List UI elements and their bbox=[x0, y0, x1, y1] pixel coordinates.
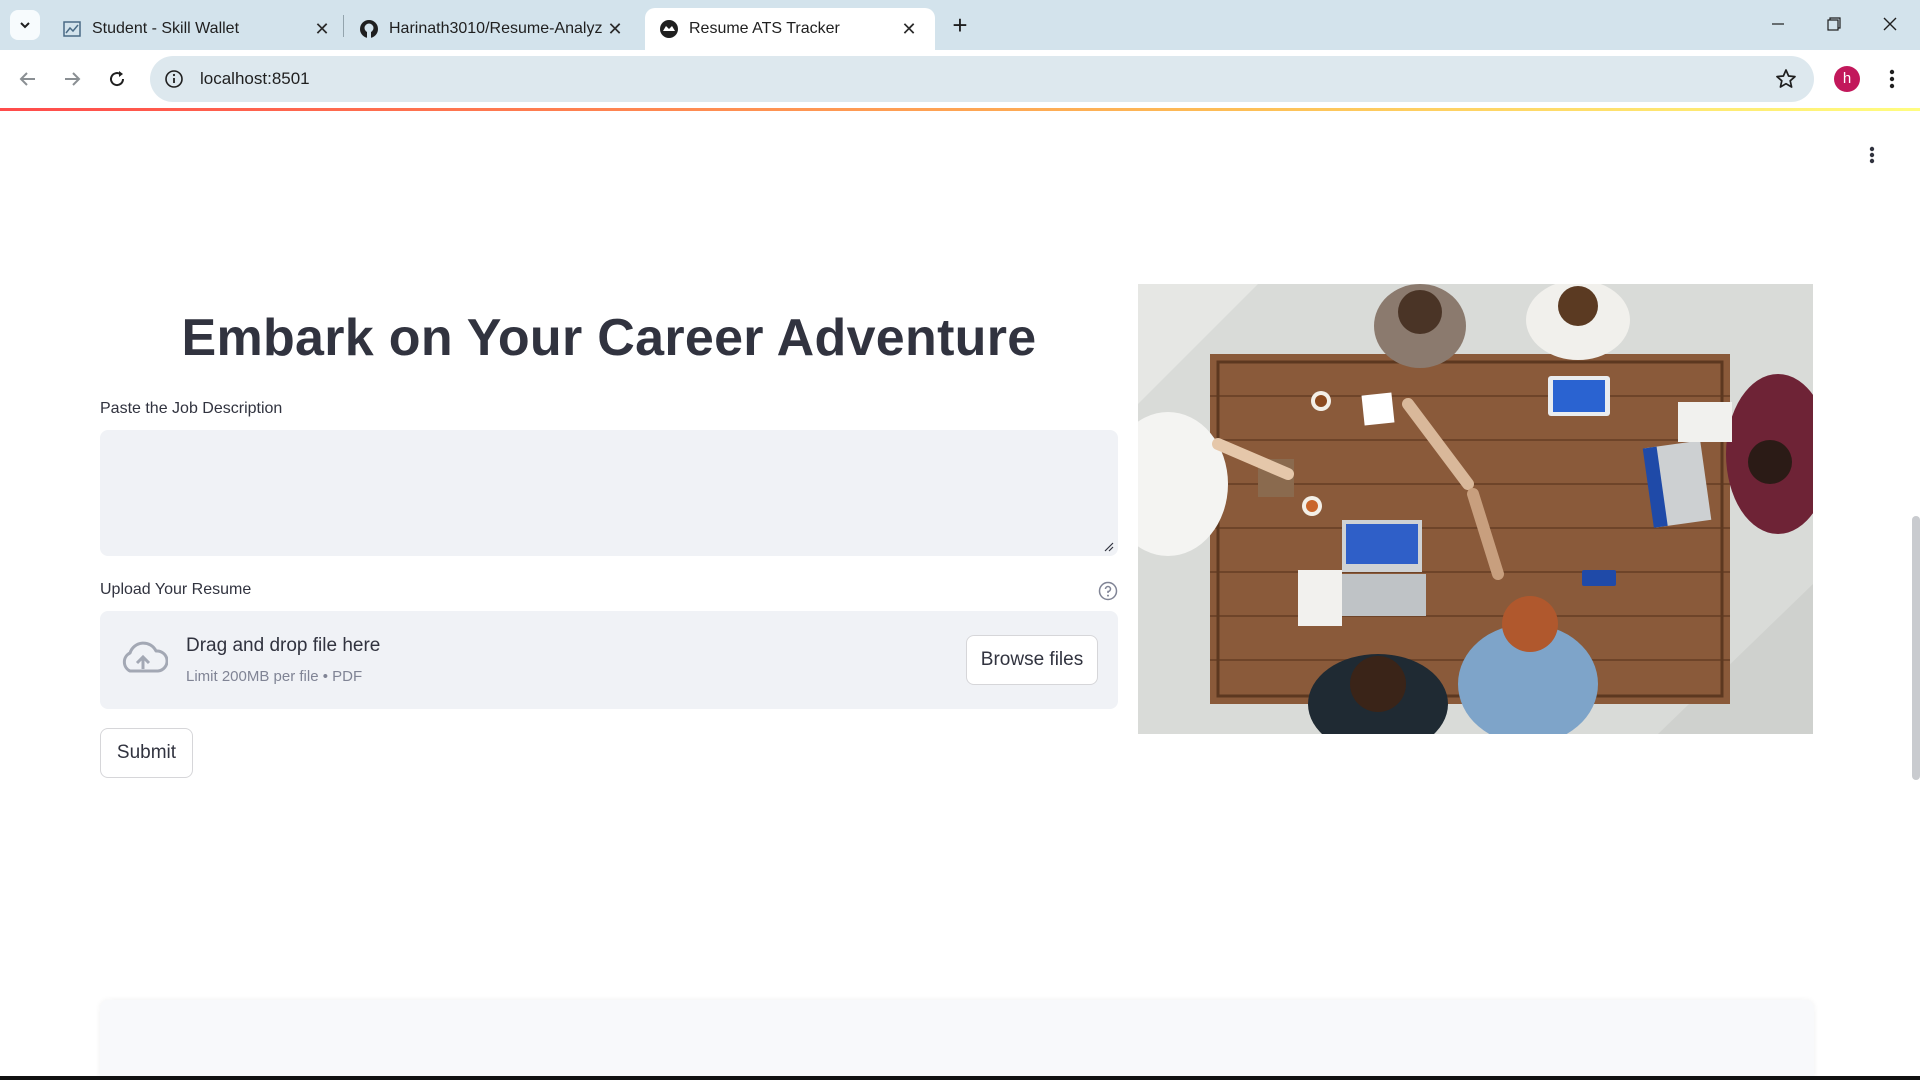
site-info-icon[interactable] bbox=[162, 67, 186, 91]
tab-search-button[interactable] bbox=[10, 10, 40, 40]
close-tab-icon[interactable]: ✕ bbox=[310, 17, 334, 41]
help-icon[interactable] bbox=[1098, 581, 1118, 601]
close-tab-icon[interactable]: ✕ bbox=[603, 17, 627, 41]
streamlit-favicon-icon bbox=[659, 19, 679, 39]
footer-container bbox=[100, 1000, 1814, 1080]
profile-avatar[interactable]: h bbox=[1834, 66, 1860, 92]
tab-title: Resume ATS Tracker bbox=[689, 20, 840, 37]
bookmark-star-icon[interactable] bbox=[1774, 67, 1798, 91]
close-window-button[interactable] bbox=[1862, 0, 1918, 48]
file-dropzone[interactable]: Drag and drop file here Limit 200MB per … bbox=[100, 611, 1118, 709]
page-title: Embark on Your Career Adventure bbox=[181, 309, 1037, 367]
restore-icon bbox=[1827, 17, 1841, 31]
close-tab-icon[interactable]: ✕ bbox=[897, 17, 921, 41]
tab-title: Student - Skill Wallet bbox=[92, 20, 240, 37]
close-icon bbox=[1883, 17, 1897, 31]
dropzone-instructions: Drag and drop file here bbox=[186, 635, 381, 656]
tab-separator bbox=[343, 15, 344, 37]
cloud-upload-icon bbox=[122, 641, 168, 673]
team-meeting-photo bbox=[1138, 284, 1813, 734]
reload-button[interactable] bbox=[101, 63, 133, 95]
app-main-menu-button[interactable] bbox=[1860, 140, 1884, 170]
restore-button[interactable] bbox=[1806, 0, 1862, 48]
address-bar[interactable]: localhost:8501 bbox=[150, 56, 1814, 102]
tab-skill-wallet[interactable]: Student - Skill Wallet ✕ bbox=[48, 8, 348, 50]
minimize-button[interactable] bbox=[1750, 0, 1806, 48]
app-top-decoration bbox=[0, 108, 1920, 111]
job-description-label: Paste the Job Description bbox=[100, 400, 283, 417]
tab-resume-analyzer[interactable]: Harinath3010/Resume-Analyzer ✕ bbox=[345, 8, 641, 50]
more-vertical-icon bbox=[1869, 146, 1875, 164]
window-bottom-edge bbox=[0, 1076, 1920, 1080]
browse-files-button[interactable]: Browse files bbox=[966, 635, 1098, 685]
browser-menu-button[interactable] bbox=[1880, 62, 1904, 96]
back-button[interactable] bbox=[12, 63, 44, 95]
browser-tab-strip: Student - Skill Wallet ✕ Harinath3010/Re… bbox=[0, 0, 1920, 50]
url-text: localhost:8501 bbox=[200, 69, 310, 88]
page-scrollbar[interactable] bbox=[1912, 516, 1920, 780]
job-description-input[interactable] bbox=[100, 430, 1118, 556]
reload-icon bbox=[110, 71, 125, 87]
tab-title: Harinath3010/Resume-Analyzer bbox=[389, 20, 603, 37]
forward-button[interactable] bbox=[56, 63, 88, 95]
arrow-right-icon bbox=[65, 72, 81, 86]
tab-resume-ats-tracker[interactable]: Resume ATS Tracker ✕ bbox=[645, 8, 935, 50]
dropzone-limit: Limit 200MB per file • PDF bbox=[186, 668, 363, 685]
submit-button[interactable]: Submit bbox=[100, 728, 193, 778]
browser-toolbar: localhost:8501 h bbox=[0, 50, 1920, 108]
chevron-down-icon bbox=[20, 22, 30, 29]
resize-grip-icon[interactable] bbox=[1104, 542, 1114, 552]
skill-wallet-favicon-icon bbox=[62, 19, 82, 39]
arrow-left-icon bbox=[19, 72, 35, 86]
minimize-icon bbox=[1772, 23, 1784, 25]
more-vertical-icon bbox=[1889, 69, 1895, 89]
new-tab-button[interactable]: + bbox=[944, 12, 976, 40]
github-icon bbox=[359, 19, 379, 39]
upload-resume-label: Upload Your Resume bbox=[100, 581, 252, 598]
